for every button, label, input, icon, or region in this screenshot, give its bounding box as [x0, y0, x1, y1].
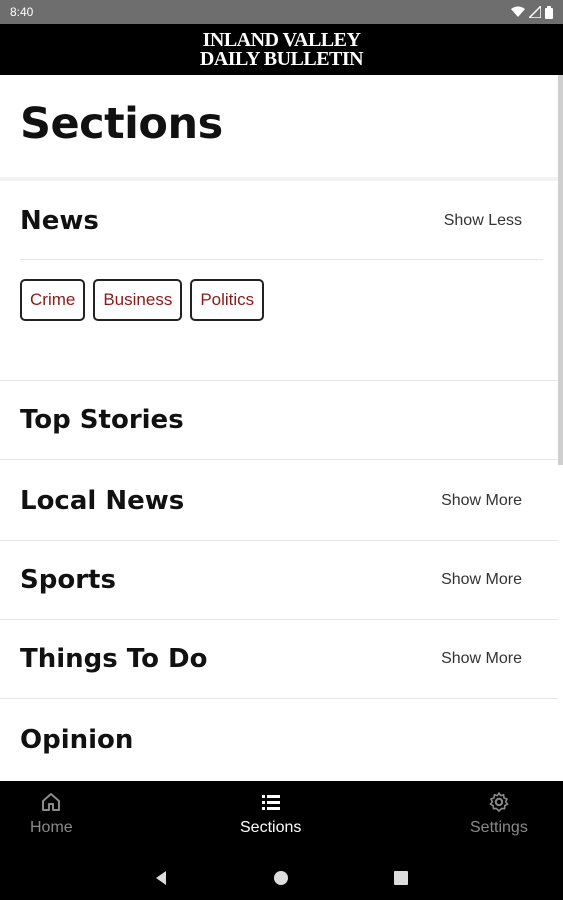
status-time: 8:40 — [10, 5, 34, 19]
recents-icon[interactable] — [394, 871, 408, 885]
section-row-local-news[interactable]: Local News Show More — [0, 462, 558, 541]
section-name: Things To Do — [20, 644, 208, 674]
bottom-nav: Home Sections Settings — [0, 781, 563, 856]
page-title: Sections — [20, 99, 223, 149]
app-logo: INLAND VALLEY DAILY BULLETIN — [0, 24, 563, 75]
home-icon — [42, 793, 61, 811]
gear-icon — [489, 792, 509, 812]
divider — [20, 259, 543, 260]
wifi-icon — [511, 6, 525, 17]
status-icons — [511, 5, 553, 19]
nav-home-label: Home — [30, 819, 73, 836]
chip-politics[interactable]: Politics — [190, 279, 265, 321]
nav-home[interactable]: Home — [30, 791, 73, 837]
home-button-icon[interactable] — [274, 871, 289, 886]
system-nav-bar — [0, 856, 563, 900]
nav-sections[interactable]: Sections — [240, 791, 301, 837]
nav-settings-label: Settings — [470, 819, 528, 836]
nav-settings[interactable]: Settings — [470, 791, 528, 837]
section-name-news: News — [20, 205, 99, 236]
chip-business[interactable]: Business — [93, 279, 183, 321]
section-name: Local News — [20, 486, 185, 516]
section-row-opinion[interactable]: Opinion — [0, 700, 558, 779]
battery-icon — [545, 5, 553, 19]
chip-crime[interactable]: Crime — [20, 279, 86, 321]
list-icon — [261, 795, 280, 810]
section-name: Opinion — [20, 724, 134, 755]
sections-list: Sections News Show Less Crime Business P… — [0, 75, 563, 781]
section-row-things-to-do[interactable]: Things To Do Show More — [0, 620, 558, 699]
show-more-button[interactable]: Show More — [441, 571, 522, 589]
show-more-button[interactable]: Show More — [441, 650, 522, 668]
back-icon[interactable] — [154, 870, 168, 886]
signal-icon — [529, 6, 541, 18]
section-name: Sports — [20, 565, 116, 595]
nav-sections-label: Sections — [240, 819, 302, 836]
subsection-chips: Crime Business Politics — [20, 279, 265, 321]
section-name: Top Stories — [20, 405, 184, 435]
section-row-news[interactable]: News Show Less — [0, 181, 558, 260]
scrollbar[interactable] — [558, 75, 563, 465]
logo-line-1: INLAND VALLEY — [202, 28, 361, 51]
show-less-button[interactable]: Show Less — [444, 212, 522, 230]
section-row-top-stories[interactable]: Top Stories — [0, 381, 558, 460]
section-row-sports[interactable]: Sports Show More — [0, 541, 558, 620]
logo-line-2: DAILY BULLETIN — [199, 47, 364, 70]
show-more-button[interactable]: Show More — [441, 492, 522, 510]
section-news: News Show Less Crime Business Politics — [0, 181, 558, 381]
status-bar: 8:40 — [0, 0, 563, 24]
